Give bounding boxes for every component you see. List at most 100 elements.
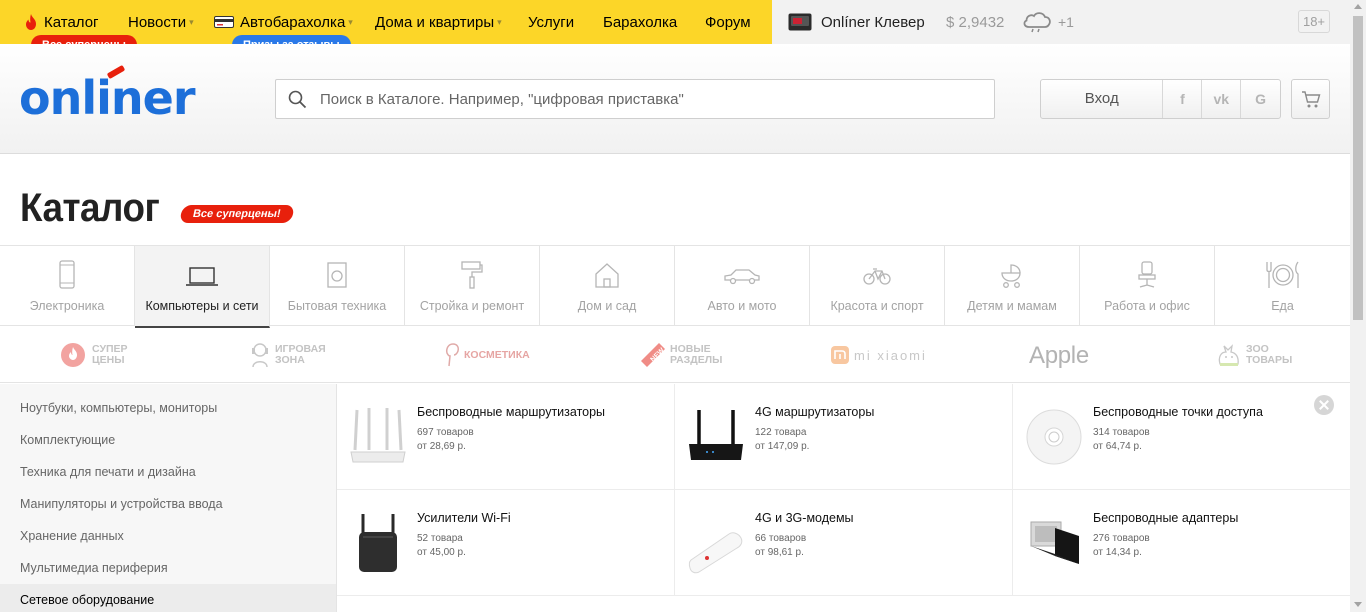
page-scrollbar[interactable]: [1350, 0, 1366, 612]
weather-temp: +1: [1058, 14, 1074, 30]
sidebar-item-storage[interactable]: Хранение данных: [0, 520, 336, 552]
category-electronics[interactable]: Электроника: [0, 246, 135, 326]
product-price: от 98,61 р.: [755, 547, 804, 558]
close-icon[interactable]: [1314, 395, 1334, 415]
product-count: 314 товаров: [1093, 427, 1150, 438]
flame-circle-icon: [61, 343, 85, 367]
promo-superprice[interactable]: Супер цены: [60, 327, 128, 383]
car-icon: [724, 269, 760, 285]
sidebar-item-multimedia[interactable]: Мультимедиа периферия: [0, 552, 336, 584]
category-auto-moto[interactable]: Авто и мото: [675, 246, 810, 326]
top-bar: Каталог Новости ▾ Автобарахолка ▾ Дома и…: [0, 0, 1350, 44]
office-chair-icon: [1138, 261, 1156, 288]
product-name: Беспроводные адаптеры: [1093, 511, 1239, 525]
promo-gaming[interactable]: Игровая зона: [250, 327, 326, 383]
category-beauty-sport[interactable]: Красота и спорт: [810, 246, 945, 326]
auth-panel: Вход f vk G: [1040, 79, 1281, 119]
product-meta: 314 товаров от 64,74 р.: [1093, 426, 1150, 454]
product-price: от 147,09 р.: [755, 441, 810, 452]
product-name: Беспроводные точки доступа: [1093, 405, 1263, 419]
promo-zoo-line2: товары: [1246, 354, 1293, 366]
flame-icon: [26, 14, 36, 30]
superprice-title-badge[interactable]: Все суперцены!: [179, 205, 295, 223]
promo-strip: Супер цены Игровая зона Косметика NEW Но…: [0, 327, 1350, 383]
category-work-office[interactable]: Работа и офис: [1080, 246, 1215, 326]
category-appliances[interactable]: Бытовая техника: [270, 246, 405, 326]
product-meta: 122 товара от 147,09 р.: [755, 426, 809, 454]
nav-realty[interactable]: Дома и квартиры ▾: [375, 0, 502, 44]
promo-new-sections[interactable]: NEW Новые разделы: [639, 327, 722, 383]
router-white-icon: [350, 408, 406, 463]
scrollbar-thumb[interactable]: [1353, 16, 1363, 320]
onliner-logo[interactable]: onliner: [19, 70, 196, 126]
woman-profile-icon: [446, 343, 459, 367]
house-icon: [595, 263, 619, 288]
category-home-garden[interactable]: Дом и сад: [540, 246, 675, 326]
laptop-icon: [186, 267, 218, 286]
product-count: 697 товаров: [417, 427, 474, 438]
age-rating-badge: 18+: [1298, 10, 1330, 33]
washing-machine-icon: [327, 262, 347, 288]
category-kids[interactable]: Детям и мамам: [945, 246, 1080, 326]
search-box[interactable]: [275, 79, 995, 119]
product-card[interactable]: Усилители Wi-Fi 52 товара от 45,00 р.: [337, 490, 675, 596]
category-construction[interactable]: Стройка и ремонт: [405, 246, 540, 326]
nav-baraholka[interactable]: Барахолка: [603, 0, 677, 44]
product-price: от 28,69 р.: [417, 441, 466, 452]
category-label: Еда: [1271, 299, 1294, 313]
nav-services[interactable]: Услуги: [528, 0, 574, 44]
login-button[interactable]: Вход: [1041, 80, 1164, 118]
sidebar-item-laptops[interactable]: Ноутбуки, компьютеры, мониторы: [0, 392, 336, 424]
vk-icon[interactable]: vk: [1202, 80, 1242, 118]
search-icon: [288, 90, 307, 109]
sidebar-item-input-devices[interactable]: Манипуляторы и устройства ввода: [0, 488, 336, 520]
sidebar-item-printing[interactable]: Техника для печати и дизайна: [0, 456, 336, 488]
product-name: Беспроводные маршрутизаторы: [417, 405, 606, 419]
usb-modem-icon: [688, 532, 743, 574]
product-card[interactable]: 4G и 3G-модемы 66 товаров от 98,61 р.: [675, 490, 1013, 596]
search-input[interactable]: [320, 80, 980, 118]
promo-gaming-line2: зона: [275, 354, 305, 366]
category-label: Электроника: [29, 299, 105, 313]
sidebar-item-components[interactable]: Комплектующие: [0, 424, 336, 456]
category-label: Бытовая техника: [287, 299, 387, 313]
scroll-up-arrow-icon[interactable]: [1354, 4, 1362, 9]
exchange-rate[interactable]: $ 2,9432: [946, 0, 1004, 44]
product-price: от 64,74 р.: [1093, 441, 1142, 452]
category-label: Красота и спорт: [830, 299, 924, 313]
product-meta: 697 товаров от 28,69 р.: [417, 426, 474, 454]
nav-forum[interactable]: Форум: [705, 0, 751, 44]
promo-cosmetics[interactable]: Косметика: [444, 327, 530, 383]
product-name: Усилители Wi-Fi: [417, 511, 511, 525]
scroll-down-arrow-icon[interactable]: [1354, 602, 1362, 607]
category-food[interactable]: Еда: [1215, 246, 1350, 326]
category-label: Дом и сад: [577, 299, 637, 313]
facebook-icon[interactable]: f: [1163, 80, 1203, 118]
promo-xiaomi[interactable]: mi xiaomi: [831, 327, 927, 383]
product-card[interactable]: 4G маршрутизаторы 122 товара от 147,09 р…: [675, 384, 1013, 490]
wifi-extender-icon: [359, 514, 397, 572]
sidebar-item-network[interactable]: Сетевое оборудование: [0, 584, 336, 612]
chevron-down-icon: ▾: [497, 16, 502, 27]
clever-label: Onlíner Клевер: [821, 13, 925, 31]
category-computers[interactable]: Компьютеры и сети: [135, 246, 270, 328]
router-black-icon: [689, 410, 743, 460]
clever-link[interactable]: Onlíner Клевер: [788, 0, 925, 44]
promo-zoo[interactable]: Зоо товары: [1216, 327, 1292, 383]
category-label: Работа и офис: [1104, 299, 1190, 313]
promo-cosmetics-label: Косметика: [464, 348, 530, 361]
product-card[interactable]: Беспроводные адаптеры 276 товаров от 14,…: [1013, 490, 1351, 596]
cart-button[interactable]: [1291, 79, 1330, 119]
promo-apple[interactable]: Apple: [1029, 327, 1089, 383]
new-ribbon-icon: NEW: [641, 343, 666, 367]
product-count: 276 товаров: [1093, 533, 1150, 544]
nav-forum-label: Форум: [705, 13, 751, 31]
product-card[interactable]: Беспроводные маршрутизаторы 697 товаров …: [337, 384, 675, 490]
promo-xiaomi-label: mi xiaomi: [854, 347, 927, 363]
product-card[interactable]: Беспроводные точки доступа 314 товаров о…: [1013, 384, 1351, 490]
google-icon[interactable]: G: [1241, 80, 1280, 118]
access-point-icon: [1026, 409, 1082, 465]
rate-value: $ 2,9432: [946, 13, 1005, 31]
nav-news[interactable]: Новости ▾: [128, 0, 194, 44]
weather-widget[interactable]: +1: [1021, 0, 1074, 44]
